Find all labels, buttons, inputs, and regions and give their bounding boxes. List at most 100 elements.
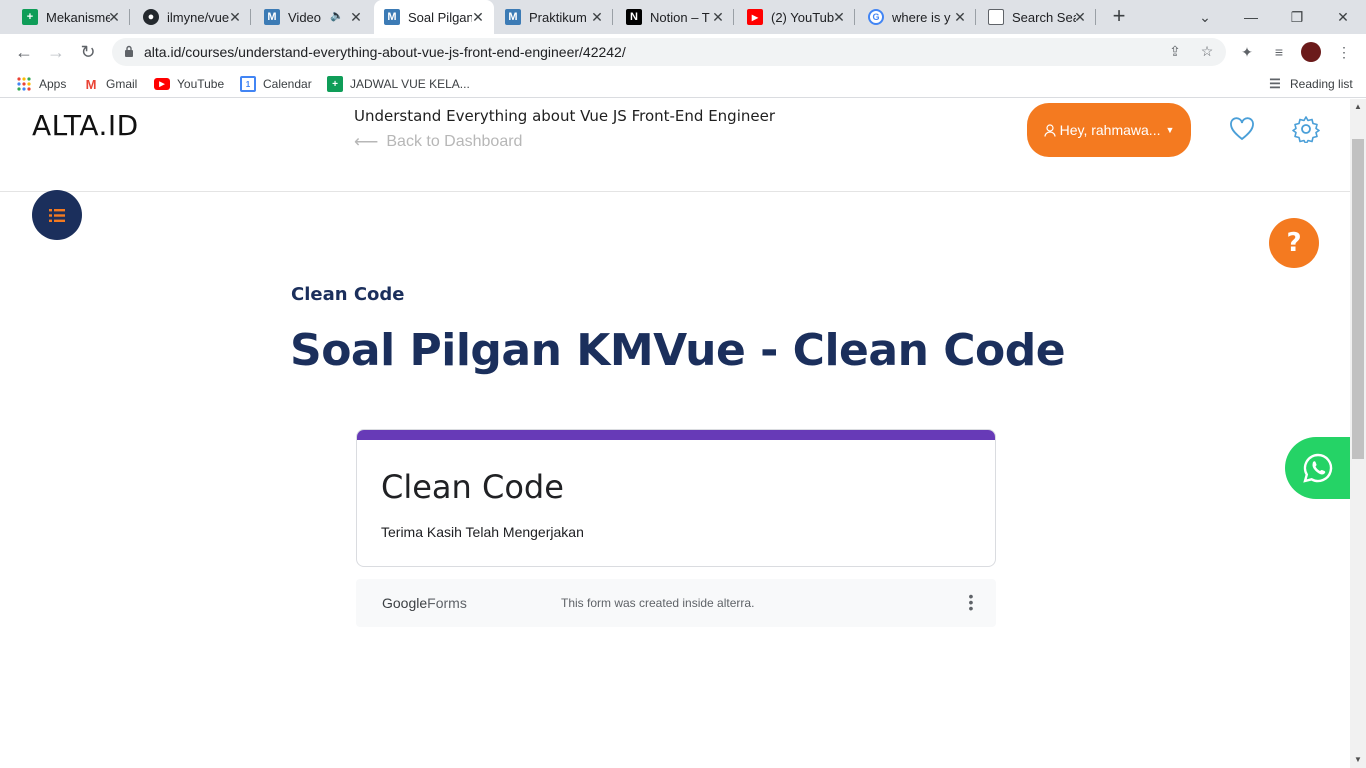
bookmark-label: YouTube — [177, 77, 225, 91]
bookmark-gmail[interactable]: M Gmail — [83, 75, 138, 93]
gear-icon[interactable] — [1292, 115, 1320, 143]
form-note: This form was created inside alterra. — [561, 596, 755, 610]
section-label: Clean Code — [291, 284, 405, 305]
tab-search[interactable]: Search Sea ✕ — [978, 0, 1096, 34]
tab-notion[interactable]: N Notion – T ✕ — [616, 0, 734, 34]
calendar-icon: 1 — [240, 76, 256, 92]
restore-icon[interactable]: ❐ — [1274, 0, 1320, 34]
tab-separator — [129, 9, 130, 25]
bookmarks-bar: Apps M Gmail ▶ YouTube 1 Calendar + JADW… — [0, 70, 1366, 98]
tab-youtube[interactable]: ▶ (2) YouTub ✕ — [737, 0, 855, 34]
google-sheets-icon: + — [22, 9, 38, 25]
caret-down-icon: ▼ — [1165, 125, 1175, 135]
close-icon[interactable]: ✕ — [227, 9, 243, 25]
whatsapp-icon — [1302, 453, 1332, 483]
tab-separator — [854, 9, 855, 25]
media-control-icon[interactable]: ≡ — [1269, 42, 1289, 62]
close-icon[interactable]: ✕ — [710, 9, 726, 25]
reading-list-icon: ☰ — [1269, 76, 1281, 91]
reading-list-button[interactable]: ☰ Reading list — [1267, 75, 1353, 93]
lock-icon — [125, 45, 133, 57]
reload-icon[interactable]: ↻ — [74, 38, 102, 66]
scroll-down-icon[interactable]: ▼ — [1354, 755, 1362, 764]
bookmark-youtube[interactable]: ▶ YouTube — [154, 75, 224, 93]
tab-title: Soal Pilgan — [408, 9, 472, 25]
user-menu-button[interactable]: Hey, rahmawa... ▼ — [1027, 103, 1191, 157]
youtube-icon: ▶ — [154, 78, 170, 90]
extensions-puzzle-icon[interactable]: ✦ — [1237, 42, 1257, 62]
heart-icon[interactable] — [1228, 115, 1256, 143]
tab-video[interactable]: M Video 🔈 ✕ — [254, 0, 372, 34]
bookmark-jadwal[interactable]: + JADWAL VUE KELA... — [327, 75, 470, 93]
close-icon[interactable]: ✕ — [831, 9, 847, 25]
close-icon[interactable]: ✕ — [1072, 9, 1088, 25]
bookmark-star-icon[interactable]: ☆ — [1198, 43, 1216, 61]
tab-title: Search Sea — [1012, 9, 1076, 25]
minimize-icon[interactable]: — — [1228, 0, 1274, 34]
close-icon[interactable]: ✕ — [589, 9, 605, 25]
notion-icon: N — [626, 9, 642, 25]
tab-soal-pilgan[interactable]: M Soal Pilgan ✕ — [374, 0, 494, 34]
google-icon: G — [868, 9, 884, 25]
google-forms-logo[interactable]: GoogleForms — [382, 595, 467, 611]
forward-arrow-icon[interactable]: → — [42, 38, 70, 66]
site-logo[interactable]: ALTA.ID — [32, 109, 139, 142]
tab-separator — [1095, 9, 1096, 25]
bookmark-label: Gmail — [106, 77, 138, 91]
speaker-icon[interactable]: 🔈 — [330, 9, 344, 22]
tab-separator — [250, 9, 251, 25]
bookmark-calendar[interactable]: 1 Calendar — [240, 75, 312, 93]
form-confirmation-message: Terima Kasih Telah Mengerjakan — [381, 524, 584, 540]
arrow-left-icon: ⟵ — [354, 132, 379, 151]
google-forms-footer: GoogleForms This form was created inside… — [356, 579, 996, 627]
apps-grid-icon — [16, 76, 32, 92]
back-to-dashboard-link[interactable]: ⟵ Back to Dashboard — [354, 132, 522, 152]
new-tab-button[interactable]: + — [1107, 5, 1131, 29]
lesson-menu-button[interactable] — [32, 190, 82, 240]
google-form-card: Clean Code Terima Kasih Telah Mengerjaka… — [356, 429, 996, 567]
reading-list-label: Reading list — [1290, 77, 1353, 91]
scroll-up-icon[interactable]: ▲ — [1354, 102, 1362, 111]
page-content: ALTA.ID Understand Everything about Vue … — [0, 99, 1350, 768]
share-icon[interactable]: ⇪ — [1166, 43, 1184, 61]
address-bar[interactable]: alta.id/courses/understand-everything-ab… — [112, 38, 1226, 66]
close-icon[interactable]: ✕ — [106, 9, 122, 25]
page-title: Soal Pilgan KMVue - Clean Code — [290, 325, 1066, 376]
tab-mekanisme[interactable]: + Mekanisme ✕ — [12, 0, 130, 34]
bookmark-apps[interactable]: Apps — [16, 75, 66, 93]
close-icon[interactable]: ✕ — [952, 9, 968, 25]
tab-github[interactable]: ● ilmyne/vue ✕ — [133, 0, 251, 34]
list-icon — [49, 208, 65, 222]
user-menu-label: Hey, rahmawa... — [1059, 122, 1161, 138]
whatsapp-button[interactable] — [1285, 437, 1350, 499]
page-scrollbar[interactable]: ▲ ▼ — [1350, 99, 1366, 768]
tab-title: (2) YouTub — [771, 9, 835, 25]
gmail-icon: M — [85, 76, 97, 92]
kebab-menu-icon[interactable]: • • • — [968, 589, 974, 615]
scroll-thumb[interactable] — [1352, 139, 1364, 459]
tab-separator — [612, 9, 613, 25]
youtube-icon: ▶ — [747, 9, 763, 25]
tab-separator — [975, 9, 976, 25]
course-title: Understand Everything about Vue JS Front… — [354, 107, 776, 125]
close-icon[interactable]: ✕ — [348, 9, 364, 25]
help-button[interactable]: ? — [1269, 218, 1319, 268]
tab-strip: + Mekanisme ✕ ● ilmyne/vue ✕ M Video 🔈 ✕… — [0, 0, 1366, 34]
window-close-icon[interactable]: ✕ — [1320, 0, 1366, 34]
back-link-label: Back to Dashboard — [386, 133, 523, 150]
tab-title: Video — [288, 9, 322, 25]
profile-avatar[interactable] — [1301, 42, 1321, 62]
tab-praktikum[interactable]: M Praktikum ✕ — [495, 0, 613, 34]
back-arrow-icon[interactable]: ← — [10, 38, 38, 66]
kebab-menu-icon[interactable]: ⋮ — [1334, 42, 1354, 62]
tab-search-chevron-icon[interactable]: ⌄ — [1182, 0, 1228, 34]
close-icon[interactable]: ✕ — [470, 9, 486, 25]
forms-wordmark: Forms — [427, 595, 467, 611]
bookmark-label: Calendar — [263, 77, 312, 91]
tab-separator — [733, 9, 734, 25]
site-header: ALTA.ID Understand Everything about Vue … — [0, 99, 1350, 192]
form-accent-bar — [357, 430, 995, 440]
tab-google-search[interactable]: G where is y ✕ — [858, 0, 976, 34]
tab-title: Mekanisme — [46, 9, 110, 25]
tab-title: Notion – T — [650, 9, 710, 25]
